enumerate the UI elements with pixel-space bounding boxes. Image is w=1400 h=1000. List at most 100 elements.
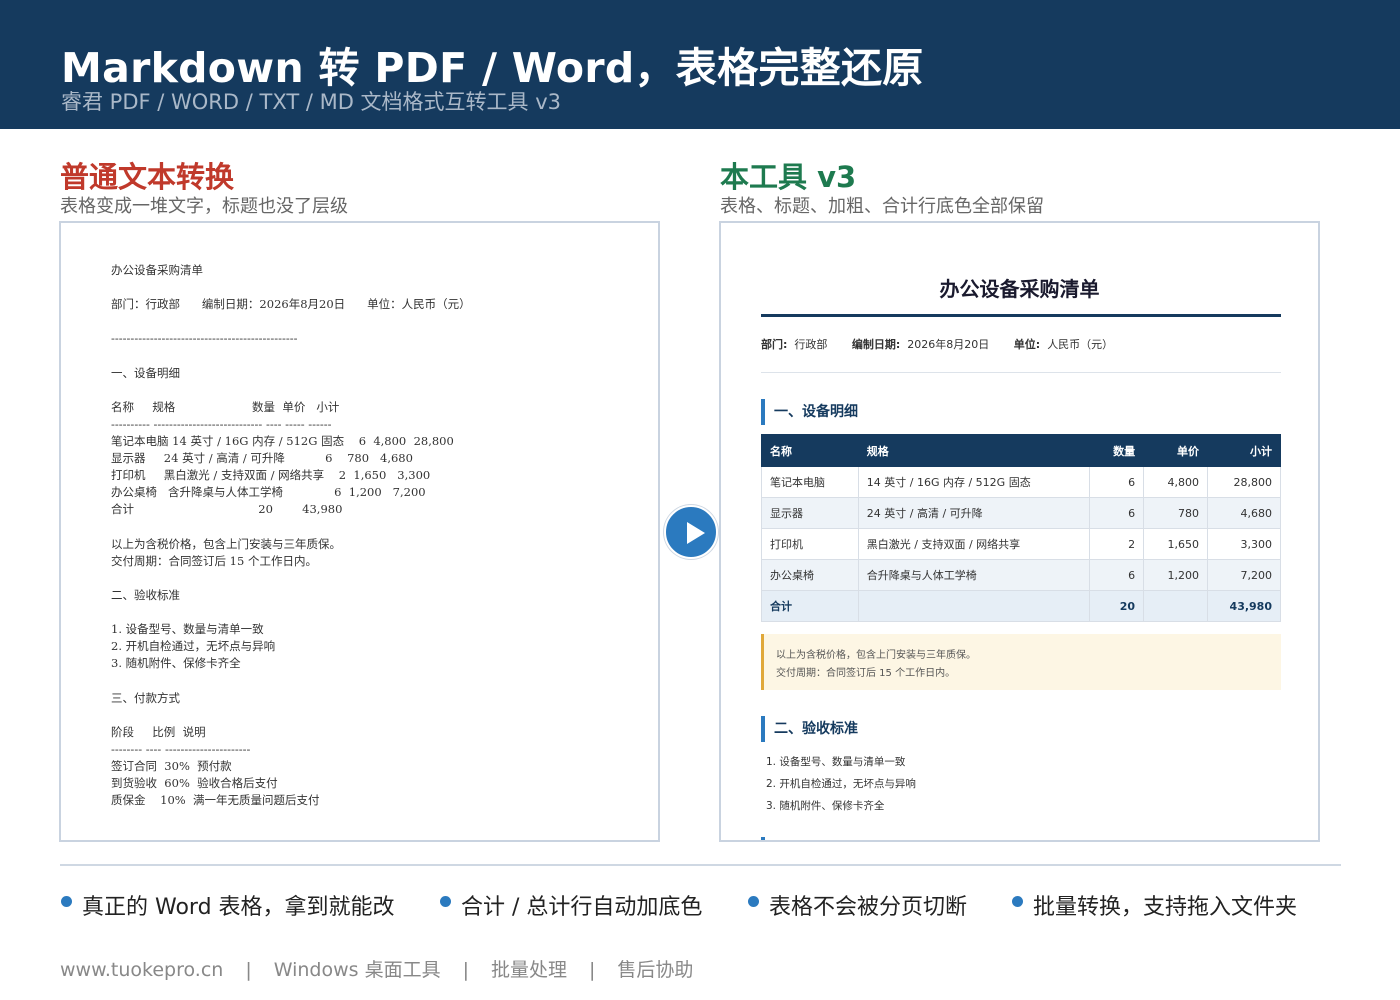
table-cell: 14 英寸 / 16G 内存 / 512G 固态 bbox=[857, 466, 1091, 498]
plain-line: 交付周期：合同签订后 15 个工作日内。 bbox=[111, 554, 317, 568]
plain-line: -------- ---- ---------------------- bbox=[111, 742, 251, 756]
table-cell: 黑白激光 / 支持双面 / 网络共享 bbox=[857, 528, 1091, 560]
section-heading-equipment: 一、设备明细 bbox=[761, 399, 858, 425]
table-header-cell: 规格 bbox=[857, 434, 1091, 467]
plain-line: 质保金 10% 满一年无质量问题后支付 bbox=[111, 793, 320, 807]
feature-item: 合计 / 总计行自动加底色 bbox=[461, 895, 703, 920]
plain-line: 名称 规格 数量 单价 小计 bbox=[111, 400, 340, 414]
table-cell: 合升降桌与人体工学椅 bbox=[857, 559, 1091, 591]
table-header-cell: 小计 bbox=[1207, 434, 1281, 467]
note-line: 以上为含税价格，包含上门安装与三年质保。 bbox=[776, 650, 976, 661]
page-title: Markdown 转 PDF / Word，表格完整还原 bbox=[61, 44, 924, 92]
meta-value: 行政部 bbox=[794, 338, 828, 351]
plain-line: 办公桌椅 含升降桌与人体工学椅 6 1,200 7,200 bbox=[111, 485, 426, 499]
table-cell: 7,200 bbox=[1207, 559, 1281, 591]
table-cell: 办公桌椅 bbox=[761, 559, 859, 591]
meta-label: 单位: bbox=[1013, 338, 1041, 351]
table-row: 办公桌椅 合升降桌与人体工学椅 6 1,200 7,200 bbox=[761, 559, 1281, 591]
feature-item: 批量转换，支持拖入文件夹 bbox=[1033, 895, 1298, 920]
note-box: 以上为含税价格，包含上门安装与三年质保。 交付周期：合同签订后 15 个工作日内… bbox=[761, 634, 1281, 690]
table-cell: 1,650 bbox=[1143, 528, 1209, 560]
doc-title: 办公设备采购清单 bbox=[939, 277, 1100, 301]
footer-separator: | bbox=[245, 959, 252, 981]
table-cell: 合计 bbox=[761, 590, 859, 622]
meta-value: 人民币（元） bbox=[1047, 338, 1114, 351]
section-heading-acceptance: 二、验收标准 bbox=[761, 716, 858, 742]
plain-line: ----------------------------------------… bbox=[111, 331, 298, 345]
table-row: 笔记本电脑 14 英寸 / 16G 内存 / 512G 固态 6 4,800 2… bbox=[761, 466, 1281, 498]
equipment-table: 名称 规格 数量 单价 小计 笔记本电脑 14 英寸 / 16G 内存 / 51… bbox=[761, 434, 1281, 622]
footer-batch-link[interactable]: 批量处理 bbox=[491, 959, 567, 981]
table-cell bbox=[1143, 590, 1209, 622]
plain-line: 二、验收标准 bbox=[111, 588, 180, 602]
table-cell: 1,200 bbox=[1143, 559, 1209, 591]
plain-line: 1. 设备型号、数量与清单一致 bbox=[111, 622, 264, 636]
plain-line: 笔记本电脑 14 英寸 / 16G 内存 / 512G 固态 6 4,800 2… bbox=[111, 434, 454, 448]
footer-desktop-tool-link[interactable]: Windows 桌面工具 bbox=[274, 959, 441, 981]
table-header-cell: 单价 bbox=[1143, 434, 1209, 467]
section-bar-fragment bbox=[761, 837, 765, 840]
note-line: 交付周期：合同签订后 15 个工作日内。 bbox=[776, 668, 956, 679]
plain-line: 以上为含税价格，包含上门安装与三年质保。 bbox=[111, 537, 341, 551]
title-rule bbox=[761, 314, 1281, 317]
plain-line: 一、设备明细 bbox=[111, 366, 180, 380]
footer-divider bbox=[60, 864, 1341, 866]
list-item: 2. 开机自检通过，无坏点与异响 bbox=[766, 778, 916, 790]
plain-line: 3. 随机附件、保修卡齐全 bbox=[111, 656, 241, 670]
table-cell: 显示器 bbox=[761, 497, 859, 529]
table-cell: 6 bbox=[1089, 466, 1145, 498]
footer-separator: | bbox=[462, 959, 469, 981]
footer-separator: | bbox=[589, 959, 596, 981]
table-cell: 20 bbox=[1089, 590, 1145, 622]
bullet-dot-icon bbox=[440, 896, 451, 907]
plain-line: 阶段 比例 说明 bbox=[111, 725, 206, 739]
table-cell: 43,980 bbox=[1207, 590, 1281, 622]
play-icon bbox=[687, 522, 705, 544]
table-cell: 28,800 bbox=[1207, 466, 1281, 498]
left-section-title: 普通文本转换 bbox=[60, 160, 235, 194]
plain-line: 合计 20 43,980 bbox=[111, 502, 343, 516]
table-cell: 6 bbox=[1089, 559, 1145, 591]
table-cell: 打印机 bbox=[761, 528, 859, 560]
meta-value: 2026年8月20日 bbox=[907, 338, 990, 351]
table-header-row: 名称 规格 数量 单价 小计 bbox=[761, 434, 1281, 467]
table-cell: 6 bbox=[1089, 497, 1145, 529]
right-section-subtitle: 表格、标题、加粗、合计行底色全部保留 bbox=[720, 196, 1044, 217]
left-section-subtitle: 表格变成一堆文字，标题也没了层级 bbox=[60, 196, 348, 217]
table-header-cell: 名称 bbox=[761, 434, 859, 467]
table-header-cell: 数量 bbox=[1089, 434, 1145, 467]
table-cell: 780 bbox=[1143, 497, 1209, 529]
footer-website-link[interactable]: www.tuokepro.cn bbox=[60, 959, 223, 981]
table-cell: 2 bbox=[1089, 528, 1145, 560]
bullet-dot-icon bbox=[748, 896, 759, 907]
bullet-dot-icon bbox=[61, 896, 72, 907]
table-cell: 4,800 bbox=[1143, 466, 1209, 498]
feature-item: 真正的 Word 表格，拿到就能改 bbox=[82, 895, 395, 920]
plain-line: 打印机 黑白激光 / 支持双面 / 网络共享 2 1,650 3,300 bbox=[111, 468, 431, 482]
table-total-row: 合计 20 43,980 bbox=[761, 590, 1281, 622]
feature-item: 表格不会被分页切断 bbox=[769, 895, 968, 920]
table-cell: 笔记本电脑 bbox=[761, 466, 859, 498]
plain-line: 2. 开机自检通过，无坏点与异响 bbox=[111, 639, 276, 653]
meta-label: 编制日期: bbox=[851, 338, 901, 351]
table-cell bbox=[857, 590, 1091, 622]
list-item: 1. 设备型号、数量与清单一致 bbox=[766, 756, 906, 768]
list-item: 3. 随机附件、保修卡齐全 bbox=[766, 800, 885, 812]
play-button[interactable] bbox=[664, 505, 718, 559]
plain-line: 到货验收 60% 验收合格后支付 bbox=[111, 776, 278, 790]
table-row: 显示器 24 英寸 / 高清 / 可升降 6 780 4,680 bbox=[761, 497, 1281, 529]
plain-line: ---------- ---------------------------- … bbox=[111, 417, 332, 431]
plain-line: 办公设备采购清单 bbox=[111, 263, 203, 277]
plain-line: 部门：行政部 编制日期：2026年8月20日 单位：人民币（元） bbox=[111, 297, 471, 311]
table-cell: 3,300 bbox=[1207, 528, 1281, 560]
plain-line: 三、付款方式 bbox=[111, 691, 180, 705]
bullet-dot-icon bbox=[1012, 896, 1023, 907]
footer-support-link[interactable]: 售后协助 bbox=[617, 959, 693, 981]
table-cell: 4,680 bbox=[1207, 497, 1281, 529]
right-section-title: 本工具 v3 bbox=[720, 160, 857, 194]
meta-divider bbox=[761, 372, 1281, 373]
plain-text-preview: 办公设备采购清单 部门：行政部 编制日期：2026年8月20日 单位：人民币（元… bbox=[59, 221, 660, 842]
meta-label: 部门: bbox=[761, 338, 788, 351]
doc-meta: 部门: 行政部 编制日期: 2026年8月20日 单位: 人民币（元） bbox=[761, 336, 1113, 352]
plain-line: 签订合同 30% 预付款 bbox=[111, 759, 232, 773]
